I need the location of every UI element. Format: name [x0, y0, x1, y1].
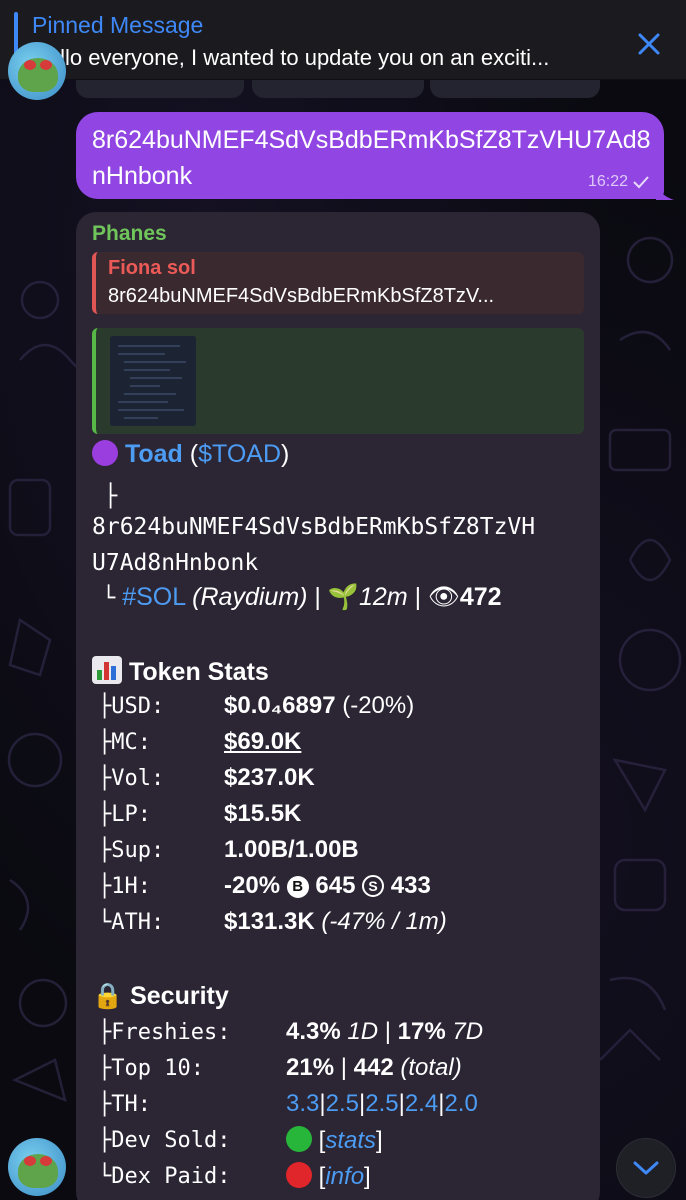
eye-icon: 👁 — [428, 583, 460, 611]
stat-key: ├1H: — [98, 874, 151, 899]
pinned-message-bar[interactable]: Pinned Message Hello everyone, I wanted … — [0, 0, 686, 80]
buys-count: 645 — [315, 872, 356, 899]
outgoing-message[interactable]: 8r624buNMEF4SdVsBdbERmKbSfZ8TzVHU7Ad8nHn… — [76, 112, 664, 199]
close-icon[interactable] — [633, 28, 665, 60]
stat-key: ├Freshies: — [98, 1020, 231, 1045]
stat-key: └Dex Paid: — [98, 1164, 231, 1189]
purple-circle-icon — [92, 440, 118, 466]
dex-name: (Raydium) — [192, 583, 308, 611]
buys-icon: B — [286, 876, 309, 898]
outgoing-message-text: 8r624buNMEF4SdVsBdbERmKbSfZ8TzVHU7Ad8nHn… — [92, 126, 651, 190]
token-address-line-2[interactable]: U7Ad8nHnbonk — [92, 550, 258, 576]
stat-key: ├LP: — [98, 802, 151, 827]
security-title: Security — [130, 982, 229, 1010]
frog-eye-icon — [24, 60, 36, 70]
token-stats-title: Token Stats — [128, 658, 269, 686]
top-holders: 3.3|2.5|2.5|2.4|2.0 — [286, 1090, 478, 1117]
stats-link[interactable]: stats — [325, 1127, 376, 1154]
info-link[interactable]: info — [325, 1163, 364, 1190]
frog-eye-icon — [40, 1156, 52, 1166]
market-cap-link[interactable]: $69.0K — [224, 728, 301, 756]
frog-eye-icon — [24, 1156, 36, 1166]
chain-hashtag[interactable]: #SOL — [122, 583, 185, 611]
stat-key: ├Vol: — [98, 766, 165, 791]
chevron-down-icon — [633, 1161, 659, 1175]
stat-value: $237.0K — [224, 764, 315, 791]
stat-value: $131.3K (-47% / 1m) — [224, 908, 447, 935]
stat-value: $15.5K — [224, 800, 302, 827]
sells-icon: S — [362, 875, 385, 897]
token-meta-line: └ #SOL (Raydium) | 🌱12m | 👁472 — [102, 583, 502, 611]
avatar[interactable] — [8, 1138, 66, 1196]
token-title: Toad ($TOAD) — [92, 440, 289, 469]
message-meta: 16:22 — [588, 173, 650, 191]
stat-value: $0.0₄6897 (-20%) — [224, 692, 415, 719]
stat-key: ├USD: — [98, 694, 165, 719]
reply-text: 8r624buNMEF4SdVsBdbERmKbSfZ8TzV... — [108, 285, 495, 307]
green-circle-icon — [286, 1126, 312, 1152]
view-count: 472 — [459, 583, 502, 611]
stat-key: ├TH: — [98, 1092, 151, 1117]
security-heading: 🔒 Security — [92, 982, 229, 1011]
token-age: 12m — [359, 583, 408, 611]
holder-link[interactable]: 2.0 — [444, 1090, 477, 1117]
stat-value: 4.3% 1D | 17% 7D — [286, 1018, 484, 1045]
preview-thumbnail[interactable] — [110, 336, 196, 426]
ticker-link[interactable]: $TOAD — [198, 440, 281, 468]
sender-name[interactable]: Phanes — [92, 222, 167, 246]
frog-eye-icon — [40, 60, 52, 70]
previous-inline-button[interactable] — [76, 80, 244, 98]
holder-link[interactable]: 3.3 — [286, 1090, 319, 1117]
reply-author: Fiona sol — [108, 257, 196, 279]
message-time: 16:22 — [587, 173, 628, 190]
stat-extra: (-47% / 1m) — [321, 908, 447, 935]
red-circle-icon — [286, 1162, 312, 1188]
link-preview[interactable] — [92, 328, 584, 434]
holder-link[interactable]: 2.5 — [326, 1090, 359, 1117]
stat-key: └ATH: — [98, 910, 165, 935]
pinned-text: Hello everyone, I wanted to update you o… — [32, 45, 550, 70]
previous-inline-button[interactable] — [252, 80, 424, 98]
avatar[interactable] — [8, 42, 66, 100]
stat-value: -20% B 645 S 433 — [224, 872, 431, 899]
stat-value: 1.00B/1.00B — [224, 836, 359, 863]
holder-link[interactable]: 2.4 — [405, 1090, 438, 1117]
reply-preview[interactable]: Fiona sol 8r624buNMEF4SdVsBdbERmKbSfZ8Tz… — [92, 252, 584, 314]
token-address-line-1[interactable]: 8r624buNMEF4SdVsBdbERmKbSfZ8TzVH — [92, 514, 535, 540]
stat-value: [stats] — [286, 1126, 383, 1155]
check-icon — [633, 176, 649, 189]
tree-branch: ├ — [104, 484, 118, 509]
bubble-tail — [656, 186, 674, 200]
stat-key: ├Top 10: — [98, 1056, 204, 1081]
tree-branch: └ — [102, 586, 116, 611]
sells-count: 433 — [390, 872, 431, 899]
stat-value: 21% | 442 (total) — [286, 1054, 462, 1081]
lock-icon: 🔒 — [92, 982, 124, 1010]
bar-chart-icon — [92, 656, 122, 684]
token-stats-heading: Token Stats — [92, 656, 269, 687]
scroll-down-button[interactable] — [616, 1138, 676, 1198]
stat-key: ├Dev Sold: — [98, 1128, 231, 1153]
stat-key: ├MC: — [98, 730, 151, 755]
stat-extra: (-20%) — [342, 692, 415, 719]
pinned-title: Pinned Message — [32, 12, 204, 38]
sprout-icon: 🌱 — [327, 583, 360, 611]
stat-key: ├Sup: — [98, 838, 165, 863]
token-name-link[interactable]: Toad — [125, 440, 183, 468]
holder-link[interactable]: 2.5 — [365, 1090, 398, 1117]
stat-value: [info] — [286, 1162, 371, 1191]
previous-inline-button[interactable] — [430, 80, 600, 98]
